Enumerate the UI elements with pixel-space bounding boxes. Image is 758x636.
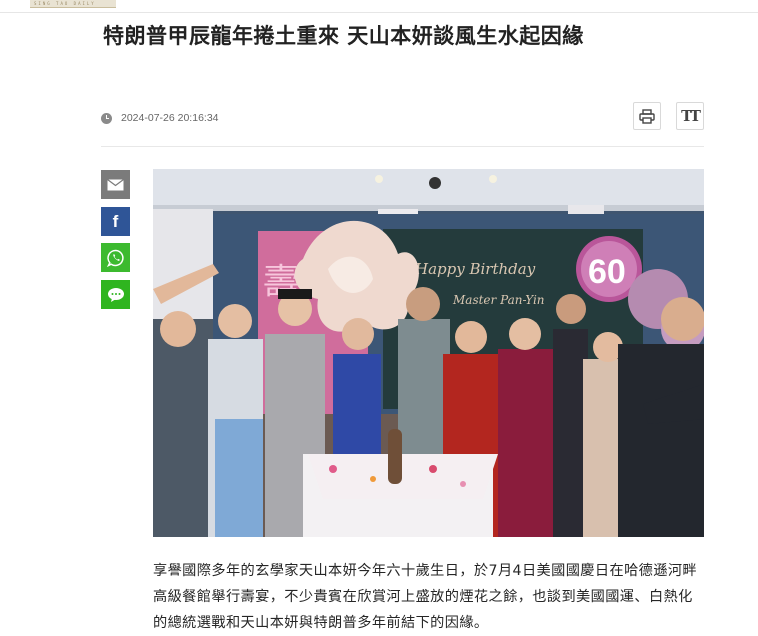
share-facebook-button[interactable]: f — [101, 207, 130, 236]
share-email-button[interactable] — [101, 170, 130, 199]
share-whatsapp-button[interactable] — [101, 243, 130, 272]
article-photo: 壽 Happy Birthday Master Pan-Yin 60 — [153, 169, 704, 537]
print-button[interactable] — [633, 102, 661, 130]
article-paragraph-line-2: 高級餐館舉行壽宴，不少貴賓在欣賞河上盛放的煙花之餘，也談到美國國運、白熱化 — [153, 589, 693, 605]
chat-bubble-icon — [107, 287, 124, 302]
article-paragraph-line-1: 享譽國際多年的玄學家天山本妍今年六十歲生日，於7月4日美國國慶日在哈德遜河畔 — [153, 563, 698, 579]
clock-icon — [101, 112, 112, 124]
banner-script-2: Master Pan-Yin — [452, 293, 545, 307]
printer-icon — [639, 108, 655, 124]
facebook-icon: f — [112, 212, 119, 231]
font-size-icon: TT — [681, 107, 701, 125]
article-paragraph-line-3: 的總統選戰和天山本妍與特朗普多年前結下的因緣。 — [153, 615, 489, 631]
top-nav-bar: SING TAO DAILY — [0, 0, 758, 13]
site-logo-text: SING TAO DAILY — [34, 1, 96, 6]
article-body: 享譽國際多年的玄學家天山本妍今年六十歲生日，於7月4日美國國慶日在哈德遜河畔 高… — [153, 558, 713, 636]
header-divider — [101, 146, 704, 147]
article-meta: 2024-07-26 20:16:34 — [101, 111, 219, 125]
article-headline: 特朗普甲辰龍年捲土重來 天山本妍談風生水起因緣 — [103, 24, 584, 48]
banner-script-1: Happy Birthday — [414, 260, 536, 278]
site-logo[interactable]: SING TAO DAILY — [30, 0, 116, 8]
whatsapp-icon — [106, 249, 124, 267]
share-line-button[interactable] — [101, 280, 130, 309]
envelope-icon — [107, 178, 124, 190]
publish-datetime: 2024-07-26 20:16:34 — [121, 112, 219, 124]
banner-number: 60 — [588, 253, 626, 291]
party-photo-illustration: 壽 Happy Birthday Master Pan-Yin 60 — [153, 169, 704, 537]
font-size-button[interactable]: TT — [676, 102, 704, 130]
